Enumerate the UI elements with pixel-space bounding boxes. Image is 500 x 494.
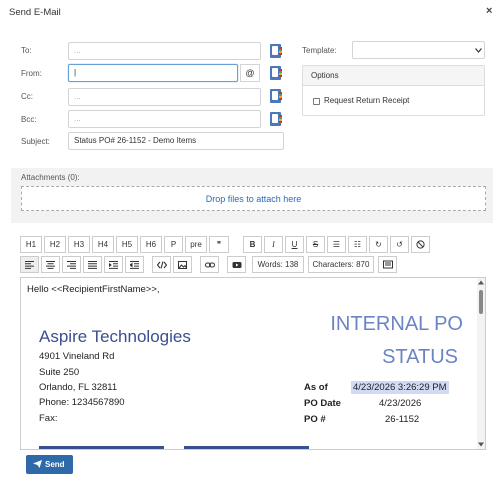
bold-icon[interactable]: B [243,236,262,253]
chevron-down-icon [475,48,482,53]
cc-field[interactable]: ... [68,88,261,106]
tb-h1[interactable]: H1 [20,236,42,253]
view-html-icon[interactable] [152,256,171,273]
tb-paragraph[interactable]: P [164,236,183,253]
as-of-label: As of [304,382,328,393]
subject-label: Subject: [21,137,50,146]
from-field[interactable]: | [68,64,238,82]
editor-toolbar: H1 H2 H3 H4 H5 H6 P pre ❞ B I U S ☰ ☷ ↻ … [20,236,486,276]
outdent-icon[interactable] [125,256,144,273]
ban-icon [416,240,425,249]
undo-icon[interactable]: ↺ [390,236,409,253]
word-count: Words: 138 [252,256,304,273]
drop-zone[interactable]: Drop files to attach here [21,186,486,211]
scroll-down-icon[interactable] [478,442,484,447]
address-book-icon[interactable] [270,66,282,80]
po-heading-line1: INTERNAL PO [330,313,463,335]
insert-image-icon[interactable] [173,256,192,273]
po-date-value: 4/23/2026 [379,398,422,409]
address-book-icon[interactable] [270,112,282,126]
po-number-value: 26-1152 [385,414,420,425]
bcc-field[interactable]: ... [68,110,261,128]
tb-pre[interactable]: pre [185,236,207,253]
tb-h4[interactable]: H4 [92,236,114,253]
request-receipt-checkbox[interactable] [313,98,320,105]
table-header-bar [184,446,309,449]
as-of-value: 4/23/2026 3:26:29 PM [351,381,449,394]
fullscreen-icon[interactable] [378,256,397,273]
scrollbar-thumb[interactable] [479,290,483,314]
editor-scrollbar[interactable] [477,278,485,449]
address-city: Orlando, FL 32811 [39,382,118,393]
po-number-label: PO # [304,414,326,425]
at-button[interactable]: @ [240,64,260,82]
bullet-list-icon[interactable]: ☰ [327,236,346,253]
tb-h2[interactable]: H2 [44,236,66,253]
bcc-label: Bcc: [21,115,37,124]
clear-format-icon[interactable] [411,236,430,253]
address-line-2: Suite 250 [39,367,80,378]
po-heading-line2: STATUS [382,346,458,368]
strikethrough-icon[interactable]: S [306,236,325,253]
attachments-label: Attachments (0): [21,173,80,182]
italic-icon[interactable]: I [264,236,283,253]
close-icon[interactable]: × [486,5,492,17]
options-panel: Options Request Return Receipt [302,65,485,116]
align-right-icon[interactable] [62,256,81,273]
indent-icon[interactable] [104,256,123,273]
insert-link-icon[interactable] [200,256,219,273]
po-date-label: PO Date [304,398,341,409]
insert-video-icon[interactable] [227,256,246,273]
phone-text: Phone: 1234567890 [39,397,125,408]
scroll-up-icon[interactable] [478,280,484,285]
table-header-bar [39,446,164,449]
greeting-text: Hello <<RecipientFirstName>>, [27,284,160,295]
tb-h5[interactable]: H5 [116,236,138,253]
to-label: To: [21,46,32,55]
tb-h6[interactable]: H6 [140,236,162,253]
redo-icon[interactable]: ↻ [369,236,388,253]
template-label: Template: [302,46,337,55]
fax-text: Fax: [39,413,58,424]
options-header: Options [303,66,484,86]
send-label: Send [45,460,65,469]
address-book-icon[interactable] [270,89,282,103]
request-receipt-label: Request Return Receipt [324,96,410,105]
numbered-list-icon[interactable]: ☷ [348,236,367,253]
tb-h3[interactable]: H3 [68,236,90,253]
to-field[interactable]: ... [68,42,261,60]
subject-field[interactable]: Status PO# 26-1152 - Demo Items [68,132,284,150]
align-left-icon[interactable] [20,256,39,273]
cc-label: Cc: [21,92,33,101]
paper-plane-icon [33,460,42,468]
align-justify-icon[interactable] [83,256,102,273]
template-select[interactable] [352,41,485,59]
message-editor[interactable]: Hello <<RecipientFirstName>>, Aspire Tec… [20,277,486,450]
send-button[interactable]: Send [26,455,73,474]
address-book-icon[interactable] [270,44,282,58]
blockquote-icon[interactable]: ❞ [209,236,229,253]
character-count: Characters: 870 [308,256,374,273]
align-center-icon[interactable] [41,256,60,273]
dialog-title: Send E-Mail [9,7,61,18]
company-name: Aspire Technologies [39,327,191,346]
from-label: From: [21,69,42,78]
underline-icon[interactable]: U [285,236,304,253]
address-line-1: 4901 Vineland Rd [39,351,115,362]
